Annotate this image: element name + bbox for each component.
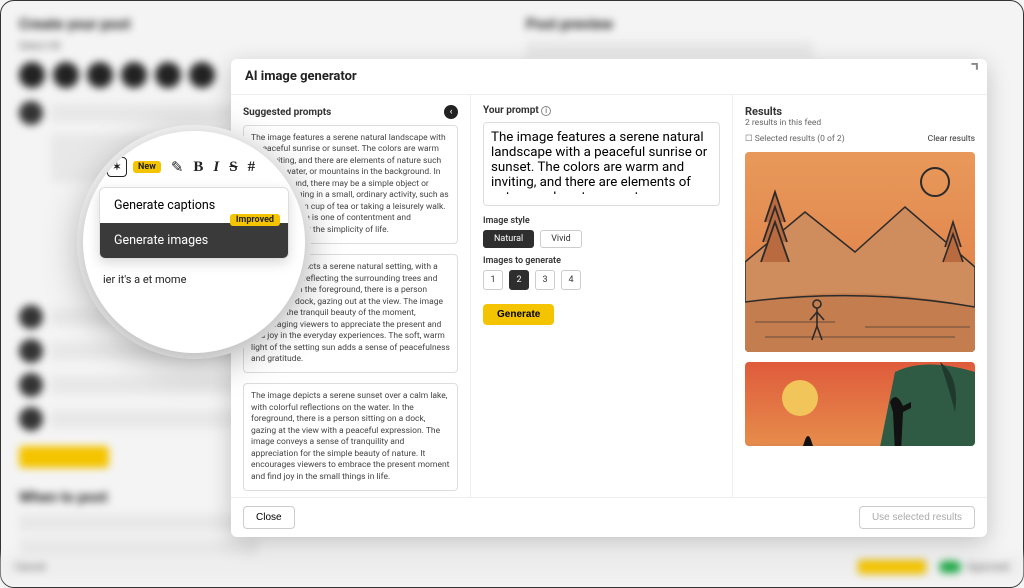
ai-image-generator-modal: AI image generator ⌝ Suggested prompts ‹…: [231, 59, 987, 537]
suggested-prompt-3[interactable]: The image depicts a serene sunset over a…: [243, 383, 458, 491]
result-image-2[interactable]: [745, 362, 975, 446]
image-style-label: Image style: [483, 216, 720, 226]
approved-label: Approved: [967, 562, 1009, 573]
magnifier-callout: ✶ New ✎ B I S # Generate captions Improv…: [83, 131, 305, 353]
strikethrough-icon[interactable]: S: [229, 159, 237, 176]
count-3[interactable]: 3: [535, 270, 555, 290]
close-button[interactable]: Close: [243, 506, 295, 529]
results-count: 2 results in this feed: [745, 118, 821, 128]
count-1[interactable]: 1: [483, 270, 503, 290]
count-2[interactable]: 2: [509, 270, 529, 290]
clear-results[interactable]: Clear results: [928, 134, 975, 144]
ai-dropdown-menu: Generate captions Improved Generate imag…: [99, 187, 289, 259]
style-natural[interactable]: Natural: [483, 230, 534, 248]
create-post-title: Create your post: [19, 15, 498, 33]
style-vivid[interactable]: Vivid: [540, 230, 582, 248]
post-preview-title: Post preview: [526, 15, 1005, 33]
hash-icon[interactable]: #: [248, 159, 256, 176]
result-image-1[interactable]: [745, 152, 975, 352]
your-prompt-heading: Your prompt: [483, 105, 539, 116]
your-prompt-panel: Your prompt i Image style Natural Vivid …: [471, 95, 733, 497]
suggested-heading: Suggested prompts: [243, 107, 331, 118]
results-panel: Results 2 results in this feed ☐ Selecte…: [733, 95, 987, 497]
close-icon[interactable]: ⌝: [971, 63, 979, 81]
improved-badge: Improved: [230, 214, 280, 226]
landscape-sketch-thumbnail: [745, 152, 975, 352]
images-count-label: Images to generate: [483, 256, 720, 266]
lens-caption-text: ier it's a et mome: [101, 273, 287, 286]
generate-images-label: Generate images: [114, 233, 208, 248]
prompt-textarea[interactable]: [491, 130, 712, 194]
selected-results-label[interactable]: Selected results (0 of 2): [755, 134, 845, 144]
generate-button[interactable]: Generate: [483, 304, 554, 325]
sunset-silhouette-thumbnail: [745, 362, 975, 446]
chevron-left-icon[interactable]: ‹: [444, 105, 458, 119]
italic-icon[interactable]: I: [213, 159, 219, 176]
info-icon[interactable]: i: [541, 106, 551, 116]
bold-icon[interactable]: B: [193, 159, 203, 176]
select-all-label: Select All: [19, 41, 498, 52]
modal-title: AI image generator: [245, 69, 357, 84]
editor-toolbar: ✶ New ✎ B I S #: [101, 157, 287, 187]
new-badge: New: [133, 161, 161, 173]
count-4[interactable]: 4: [561, 270, 581, 290]
use-selected-results-button[interactable]: Use selected results: [859, 506, 975, 529]
ai-icon[interactable]: ✶: [107, 157, 127, 177]
results-heading: Results: [745, 105, 821, 118]
generate-images-item[interactable]: Improved Generate images: [100, 223, 288, 258]
cancel-link: Cancel: [15, 562, 45, 573]
wand-icon[interactable]: ✎: [171, 158, 184, 176]
